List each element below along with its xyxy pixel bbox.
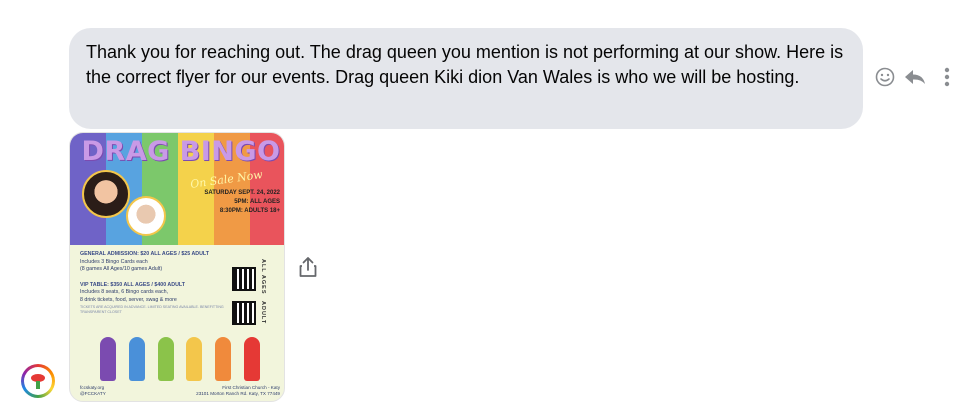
share-icon[interactable] bbox=[298, 256, 318, 278]
reply-icon[interactable] bbox=[902, 66, 928, 88]
general-line: (8 games All Ages/10 games Adult) bbox=[80, 266, 163, 273]
general-line: Includes 3 Bingo Cards each bbox=[80, 258, 148, 265]
flyer-note: TICKETS ARE ACQUIRED IN ADVANCE. LIMITED… bbox=[80, 304, 224, 314]
flyer-date: SATURDAY SEPT. 24, 2022 5PM: ALL AGES 8:… bbox=[170, 189, 280, 216]
more-options-icon[interactable] bbox=[942, 66, 952, 88]
queen-figure bbox=[157, 337, 174, 381]
queen-figure bbox=[100, 337, 116, 381]
sender-avatar[interactable] bbox=[21, 364, 55, 398]
general-admission-heading: GENERAL ADMISSION: $20 ALL AGES / $25 AD… bbox=[80, 251, 210, 257]
queen-figure bbox=[215, 337, 232, 381]
message-text: Thank you for reaching out. The drag que… bbox=[86, 42, 844, 87]
message-bubble: Thank you for reaching out. The drag que… bbox=[69, 28, 863, 129]
avatar-logo bbox=[24, 367, 52, 395]
emoji-react-icon[interactable] bbox=[874, 66, 896, 88]
message-actions bbox=[874, 66, 952, 88]
queen-figure bbox=[243, 337, 260, 381]
vip-heading: VIP TABLE: $350 ALL AGES / $400 ADULT bbox=[80, 281, 185, 288]
host-portrait bbox=[82, 170, 130, 218]
flyer-date-line: SATURDAY SEPT. 24, 2022 bbox=[204, 190, 280, 196]
flyer-ticket-info: GENERAL ADMISSION: $20 ALL AGES / $25 AD… bbox=[80, 251, 240, 323]
vip-line: 8 drink tickets, food, server, swag & mo… bbox=[80, 296, 177, 303]
footer-address: 23101 Morton Ranch Rd. Katy, TX 77449 bbox=[196, 391, 280, 396]
qr-code-all-ages bbox=[232, 267, 256, 291]
chat-stage: Thank you for reaching out. The drag que… bbox=[0, 0, 975, 416]
queen-figure bbox=[186, 337, 203, 381]
qr-code-adult bbox=[232, 301, 256, 325]
side-label-all-ages: ALL AGES bbox=[260, 259, 266, 295]
flyer-image-attachment[interactable]: DRAG BINGO On Sale Now SATURDAY SEPT. 24… bbox=[69, 132, 285, 402]
drag-queen-illustrations bbox=[100, 333, 260, 381]
flyer-date-line: 8:30PM: ADULTS 18+ bbox=[219, 208, 280, 214]
flyer-date-line: 5PM: ALL AGES bbox=[234, 199, 280, 205]
flyer-title: DRAG BINGO bbox=[81, 136, 281, 167]
guest-portrait bbox=[126, 196, 166, 236]
queen-figure bbox=[128, 337, 145, 381]
vip-line: Includes 8 seats, 6 Bingo cards each, bbox=[80, 289, 169, 296]
side-label-adult: ADULT bbox=[260, 301, 266, 325]
flyer-footer: fccskaty.org @FCCKATY First Christian Ch… bbox=[80, 385, 280, 397]
